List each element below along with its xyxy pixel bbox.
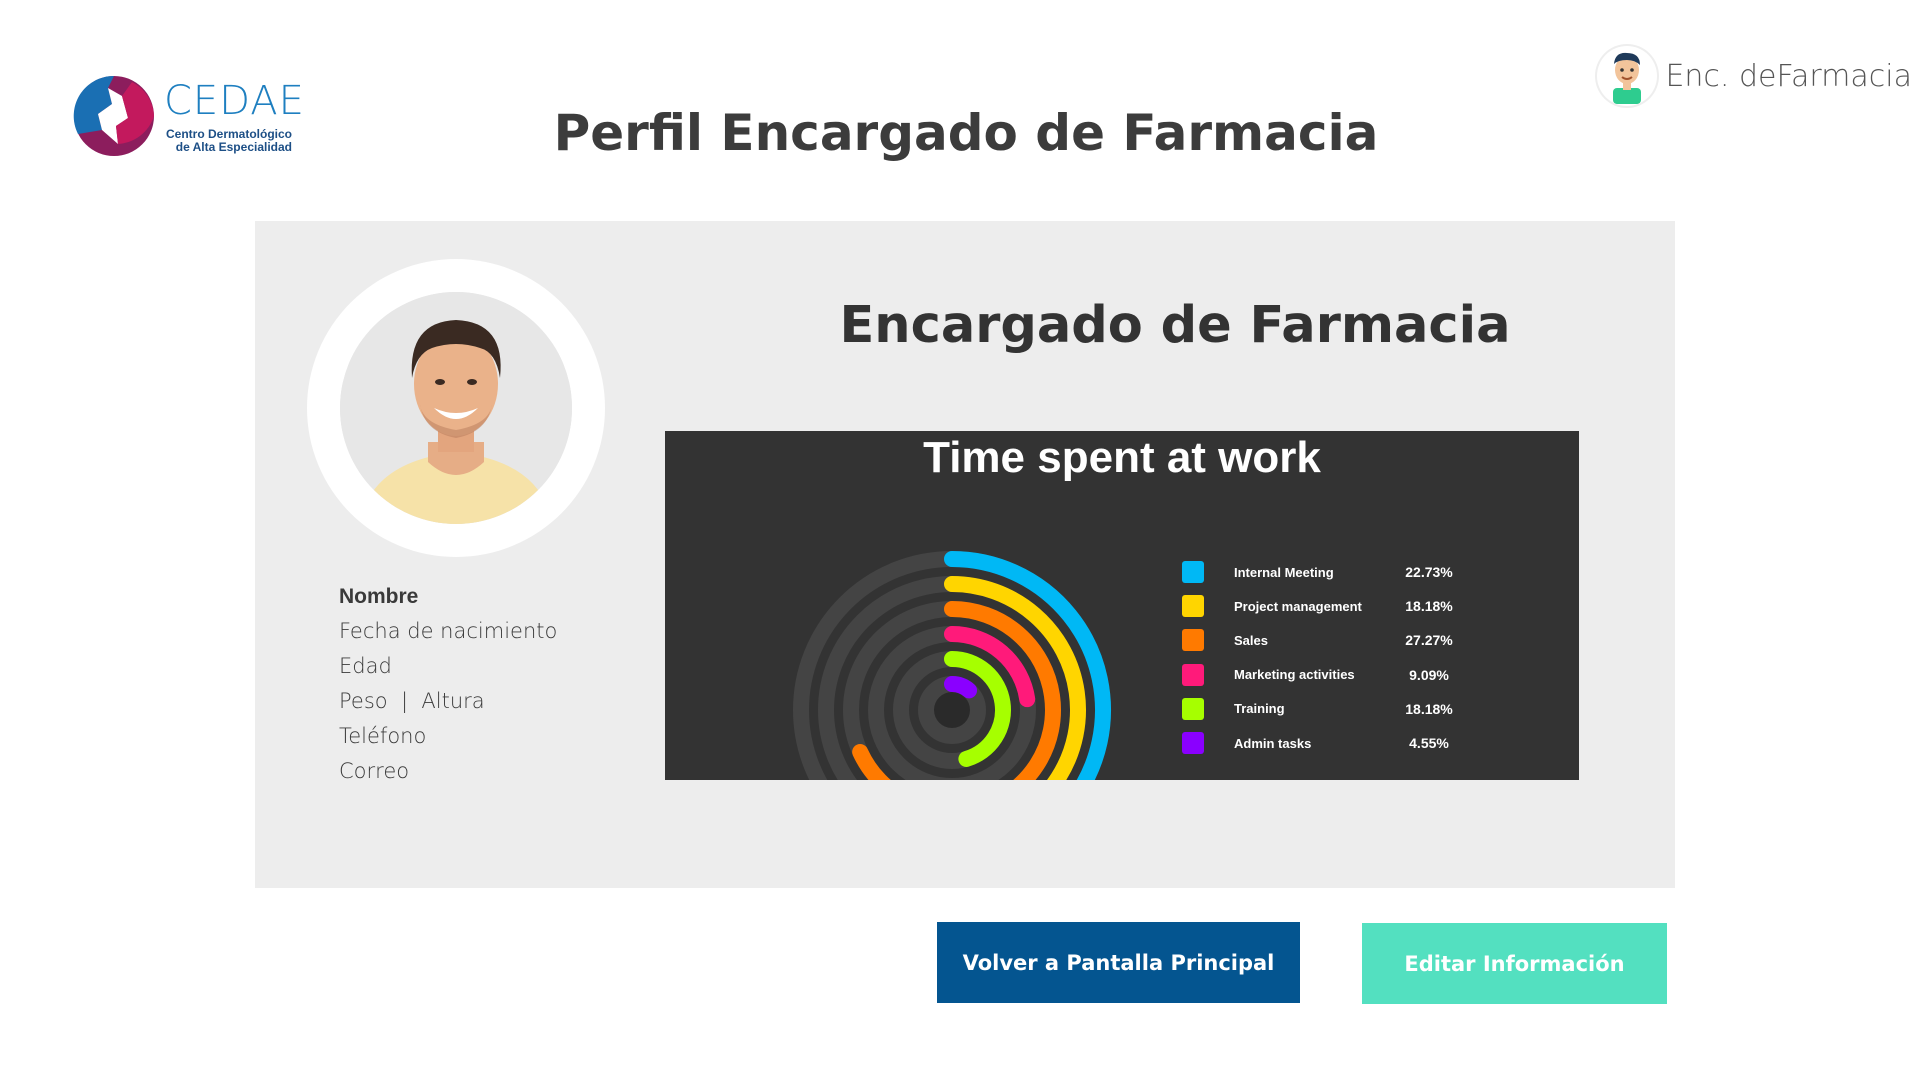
legend-swatch — [1182, 629, 1204, 652]
field-edad: Edad — [339, 654, 392, 678]
legend-item: Training 18.18% — [1182, 692, 1464, 726]
legend-label: Admin tasks — [1234, 735, 1312, 751]
legend-label: Internal Meeting — [1234, 564, 1334, 580]
profile-card: Nombre Fecha de nacimiento Edad Peso | A… — [255, 221, 1675, 888]
profile-fields: Nombre Fecha de nacimiento Edad Peso | A… — [339, 579, 557, 789]
field-correo: Correo — [339, 759, 410, 783]
field-telefono: Teléfono — [339, 724, 427, 748]
legend-swatch — [1182, 697, 1204, 720]
page-title: Perfil Encargado de Farmacia — [553, 104, 1379, 162]
person-photo — [340, 292, 572, 524]
legend-value: 18.18% — [1405, 700, 1453, 717]
legend-swatch — [1182, 732, 1204, 755]
legend-value: 4.55% — [1409, 735, 1449, 752]
edit-info-button[interactable]: Editar Información — [1362, 923, 1667, 1004]
legend-value: 9.09% — [1409, 666, 1449, 683]
chart-center — [934, 692, 970, 728]
legend-label: Sales — [1234, 632, 1268, 648]
chart-title: Time spent at work — [923, 433, 1321, 482]
chart-legend: Internal Meeting 22.73% Project management… — [1182, 555, 1464, 760]
legend-item: Project management 18.18% — [1182, 589, 1464, 623]
role-title: Encargado de Farmacia — [839, 296, 1511, 355]
legend-value: 18.18% — [1405, 598, 1453, 615]
legend-swatch — [1182, 595, 1204, 618]
legend-swatch — [1182, 561, 1204, 584]
legend-value: 22.73% — [1405, 564, 1453, 581]
field-fecha-nacimiento: Fecha de nacimiento — [339, 619, 558, 643]
legend-label: Project management — [1234, 598, 1362, 614]
time-spent-chart: Time spent at work Internal Meeting 22.73… — [665, 431, 1579, 780]
profile-photo-frame — [307, 259, 605, 557]
field-peso-altura: Peso | Altura — [339, 689, 485, 713]
legend-swatch — [1182, 663, 1204, 686]
legend-item: Admin tasks 4.55% — [1182, 726, 1464, 760]
legend-item: Marketing activities 9.09% — [1182, 658, 1464, 692]
chart-bar-admin-tasks — [944, 676, 978, 699]
legend-label: Training — [1234, 701, 1285, 717]
user-name: Enc. deFarmacia — [1665, 58, 1912, 94]
user-avatar-icon — [1597, 46, 1658, 106]
legend-item: Internal Meeting 22.73% — [1182, 555, 1464, 589]
back-to-main-button[interactable]: Volver a Pantalla Principal — [937, 922, 1300, 1003]
legend-label: Marketing activities — [1234, 667, 1355, 683]
field-nombre: Nombre — [339, 585, 419, 608]
user-menu[interactable]: Enc. deFarmacia — [1597, 44, 1912, 108]
legend-item: Sales 27.27% — [1182, 623, 1464, 657]
legend-value: 27.27% — [1405, 632, 1453, 649]
